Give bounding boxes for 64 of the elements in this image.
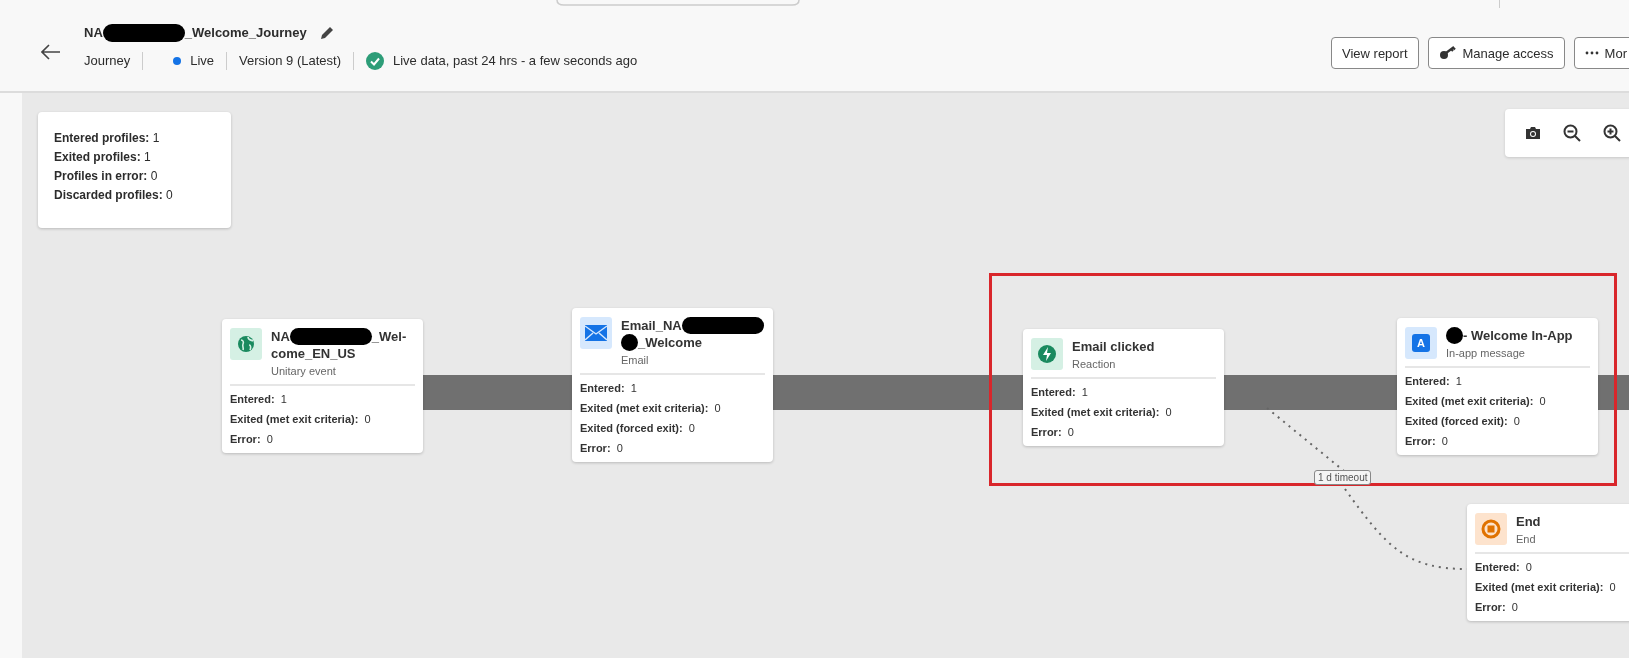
summary-stat: Profiles in error: 0	[54, 169, 159, 183]
stop-icon	[1481, 519, 1501, 539]
version-label: Version 9 (Latest)	[239, 53, 341, 68]
journey-title: _Welcome_Journey	[184, 25, 307, 40]
node-stat: Error: 0	[1405, 435, 1449, 447]
journey-node[interactable]: A - Welcome In-App In-app message Entered: 1 Exited (met exit criteria): 0 Exited (forced exit): 0 Error: 0	[1397, 318, 1598, 455]
action-button[interactable]: Manage access	[1427, 37, 1565, 69]
node-title: _Wel-	[371, 328, 407, 345]
journey-title: NA	[84, 25, 103, 40]
zoom-in-icon[interactable]	[1603, 124, 1621, 142]
node-title: _Welcome	[638, 334, 703, 351]
key-icon	[1438, 46, 1457, 60]
camera-icon[interactable]	[1525, 126, 1541, 140]
status-label: Live	[190, 53, 215, 68]
node-stat: Entered: 1	[580, 382, 638, 394]
envelope-icon	[585, 325, 607, 341]
action-button[interactable]: View report	[1331, 37, 1419, 69]
node-stat: Exited (forced exit): 0	[1405, 415, 1521, 427]
journey-node[interactable]: Email_NA _Welcome Email Entered: 1 Exited (met exit criteria): 0 Exited (forced exit): 0 Error: 0	[572, 308, 773, 462]
node-stat: Entered: 1	[1405, 375, 1463, 387]
redaction-mark	[621, 334, 638, 351]
node-title: NA	[271, 328, 290, 345]
lightning-icon	[1037, 344, 1057, 364]
node-title: End	[1516, 513, 1541, 530]
globe-icon	[237, 335, 255, 353]
journey-node[interactable]: NA _Wel- come_EN_US Unitary event Entered: 1 Exited (met exit criteria): 0 Error: 0	[222, 319, 423, 453]
summary-stat: Discarded profiles: 0	[54, 188, 174, 202]
node-title: - Welcome In-App	[1463, 327, 1573, 344]
node-type: Reaction	[1072, 358, 1117, 370]
summary-stat: Entered profiles: 1	[54, 131, 161, 145]
node-stat: Entered: 1	[230, 393, 288, 405]
app-icon: A	[1412, 334, 1430, 352]
node-stat: Exited (met exit criteria): 0	[1031, 406, 1173, 418]
node-stat: Exited (met exit criteria): 0	[1475, 581, 1617, 593]
action-button[interactable]: Mor	[1573, 37, 1629, 69]
live-data-label: Live data, past 24 hrs - a few seconds ago	[393, 53, 638, 68]
more-icon	[1584, 51, 1599, 55]
node-stat: Error: 0	[230, 433, 274, 445]
node-type: In-app message	[1446, 347, 1526, 359]
pencil-icon[interactable]	[318, 24, 335, 41]
node-type: Unitary event	[271, 365, 337, 377]
node-title: Email_NA	[621, 317, 682, 334]
node-stat: Entered: 0	[1475, 561, 1533, 573]
node-stat: Error: 0	[1475, 601, 1519, 613]
zoom-out-icon[interactable]	[1563, 124, 1581, 142]
node-stat: Exited (met exit criteria): 0	[1405, 395, 1547, 407]
timeout-label: 1 d timeout	[1314, 470, 1372, 485]
node-title: Email clicked	[1072, 338, 1155, 355]
node-stat: Error: 0	[1031, 426, 1075, 438]
node-type: Email	[621, 354, 650, 366]
journey-type: Journey	[84, 53, 131, 68]
check-circle-icon	[366, 51, 384, 70]
redaction-mark	[1446, 327, 1463, 344]
node-stat: Exited (forced exit): 0	[580, 422, 696, 434]
summary-stat: Exited profiles: 1	[54, 150, 152, 164]
node-type: End	[1516, 533, 1537, 545]
node-title: come_EN_US	[271, 345, 356, 362]
back-arrow-icon[interactable]	[41, 43, 61, 60]
node-stat: Exited (met exit criteria): 0	[230, 413, 372, 425]
journey-node[interactable]: End End Entered: 0 Exited (met exit criteria): 0 Error: 0	[1467, 504, 1629, 621]
node-stat: Entered: 1	[1031, 386, 1089, 398]
journey-node[interactable]: Email clicked Reaction Entered: 1 Exited (met exit criteria): 0 Error: 0	[1023, 329, 1224, 446]
node-stat: Exited (met exit criteria): 0	[580, 402, 722, 414]
node-stat: Error: 0	[580, 442, 624, 454]
